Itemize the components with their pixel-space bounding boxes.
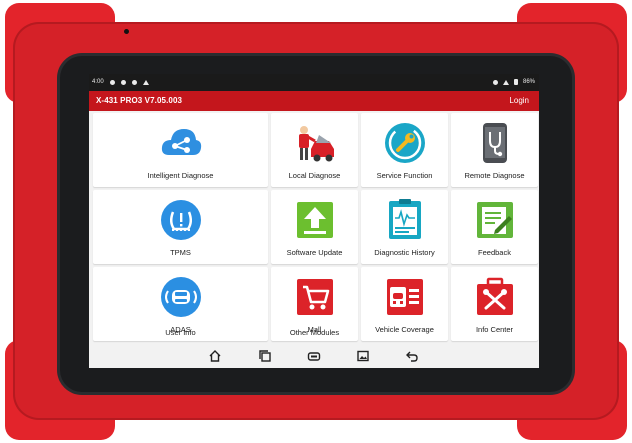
module-intelligent-diagnose[interactable]: Intelligent Diagnose: [93, 113, 268, 187]
module-local-diagnose[interactable]: Local Diagnose: [271, 113, 358, 187]
module-label: Service Function: [376, 171, 433, 180]
module-service-function[interactable]: Service Function: [361, 113, 448, 187]
wifi-status-icon: [502, 79, 509, 85]
module-info-center[interactable]: Info Center: [451, 267, 538, 341]
tablet-screen: 4:00 86% X-431 PRO3 V7.05.003 Login Inte…: [89, 74, 539, 368]
tire-pressure-icon: [159, 198, 203, 242]
location-status-icon: [492, 79, 498, 85]
login-button[interactable]: Login: [509, 96, 529, 105]
module-label: Info Center: [475, 325, 514, 334]
module-label: Vehicle Coverage: [375, 325, 434, 334]
module-grid: Intelligent Diagnose Local Diagnose Serv…: [93, 113, 539, 368]
vci-icon[interactable]: [307, 349, 321, 363]
battery-level: 86%: [522, 79, 535, 85]
toolbox-icon: [473, 275, 517, 319]
gear-status-icon: [109, 79, 115, 85]
module-label: Remote Diagnose: [464, 171, 525, 180]
note-pencil-icon: [473, 198, 517, 242]
shield-status-icon: [120, 79, 126, 85]
status-time: 4:00: [92, 79, 104, 85]
module-label: Feedback: [478, 248, 511, 257]
module-label: Diagnostic History: [374, 248, 435, 257]
module-label: Intelligent Diagnose: [147, 171, 214, 180]
module-label: Software Update: [286, 248, 343, 257]
screenshot-icon[interactable]: [356, 349, 370, 363]
module-diagnostic-history[interactable]: Diagnostic History: [361, 190, 448, 264]
recent-apps-icon[interactable]: [258, 349, 272, 363]
car-radar-icon: [159, 275, 203, 319]
app-header: X-431 PRO3 V7.05.003 Login: [89, 91, 539, 111]
module-software-update[interactable]: Software Update: [271, 190, 358, 264]
module-label: Local Diagnose: [288, 171, 341, 180]
module-label: User Info: [165, 328, 196, 337]
clipboard-waveform-icon: [383, 198, 427, 242]
app-title: X-431 PRO3 V7.05.003: [96, 96, 183, 105]
mechanic-car-icon: [293, 121, 337, 165]
module-vehicle-coverage[interactable]: Vehicle Coverage: [361, 267, 448, 341]
module-label: Other Modules: [289, 328, 340, 337]
stethoscope-phone-icon: [473, 121, 517, 165]
cloud-share-icon: [159, 121, 203, 165]
wrench-circle-icon: [383, 121, 427, 165]
shopping-cart-icon: [293, 275, 337, 319]
module-tpms[interactable]: TPMS: [93, 190, 268, 264]
battery-icon: [513, 79, 518, 85]
back-icon[interactable]: [405, 349, 419, 363]
warning-status-icon: [142, 79, 149, 85]
upload-arrow-icon: [293, 198, 337, 242]
system-nav-bar: [89, 344, 539, 368]
front-camera: [124, 29, 129, 34]
module-feedback[interactable]: Feedback: [451, 190, 538, 264]
status-bar: 4:00 86%: [89, 74, 539, 91]
module-remote-diagnose[interactable]: Remote Diagnose: [451, 113, 538, 187]
sync-status-icon: [131, 79, 137, 85]
car-list-icon: [383, 275, 427, 319]
home-icon[interactable]: [208, 349, 222, 363]
module-label: TPMS: [170, 248, 191, 257]
